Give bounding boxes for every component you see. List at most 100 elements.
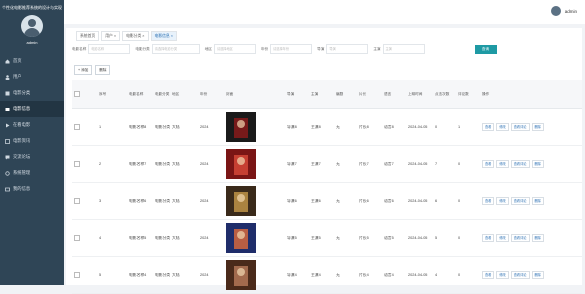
region-select[interactable]: 请选择地区	[213, 44, 256, 54]
cell-name: 电影名称7	[129, 161, 147, 166]
sidebar-item-watching[interactable]: 在看电影	[0, 117, 64, 133]
sidebar-item-users[interactable]: 用户	[0, 69, 64, 85]
cell-no: 1	[99, 125, 102, 129]
edit-button[interactable]: 修改	[496, 160, 509, 168]
table-header: 序号 电影名称 电影分类 地区 年份 封面 导演 主演 编剧 片长 语言 上映时…	[72, 80, 582, 109]
tab-home[interactable]: 系统首页	[76, 31, 100, 41]
avatar[interactable]	[550, 6, 561, 16]
cell-release: 2024-04-05	[408, 162, 428, 166]
view-button[interactable]: 查看	[482, 234, 495, 242]
batch-delete-button[interactable]: 删除	[95, 65, 111, 75]
tab-categories[interactable]: 电影分类 ×	[122, 31, 149, 41]
column-header: 年份	[200, 91, 208, 96]
sidebar-item-forum[interactable]: 交流论坛	[0, 149, 64, 165]
cell-comments: 0	[458, 273, 461, 277]
cell-clicks: 0	[435, 125, 438, 129]
actor-input[interactable]: 主演	[382, 44, 425, 54]
user-menu[interactable]: admin	[550, 6, 577, 16]
view-comments-button[interactable]: 查看评论	[510, 123, 530, 131]
edit-button[interactable]: 修改	[496, 123, 509, 131]
delete-button[interactable]: 删除	[531, 234, 544, 242]
cell-no: 5	[99, 273, 102, 277]
cell-region: 大陆	[172, 198, 180, 203]
cell-category: 电影分类7	[155, 161, 170, 166]
view-button[interactable]: 查看	[482, 160, 495, 168]
category-select[interactable]: 请选择电影分类	[151, 44, 200, 54]
sidebar-item-label: 电影资讯	[13, 138, 31, 143]
edit-button[interactable]: 修改	[496, 197, 509, 205]
add-button[interactable]: + 添加	[74, 65, 93, 75]
edit-button[interactable]: 修改	[496, 234, 509, 242]
avatar[interactable]	[21, 15, 43, 37]
cell-category: 电影分类8	[155, 124, 170, 129]
cell-release: 2024-04-05	[408, 236, 428, 240]
movie-name-input[interactable]: 电影名称	[88, 44, 131, 54]
delete-button[interactable]: 删除	[531, 271, 544, 279]
cell-region: 大陆	[172, 272, 180, 277]
sidebar-item-home[interactable]: 首页	[0, 53, 64, 69]
row-checkbox[interactable]	[74, 160, 80, 167]
view-comments-button[interactable]: 查看评论	[510, 197, 530, 205]
column-header: 评论数	[458, 91, 469, 96]
view-button[interactable]: 查看	[482, 271, 495, 279]
view-button[interactable]: 查看	[482, 123, 495, 131]
cell-language: 语言7	[384, 161, 394, 166]
sidebar-item-system[interactable]: 系统管理	[0, 165, 64, 181]
row-checkbox[interactable]	[74, 271, 80, 278]
delete-button[interactable]: 删除	[531, 160, 544, 168]
delete-button[interactable]: 删除	[531, 123, 544, 131]
edit-button[interactable]: 修改	[496, 271, 509, 279]
table-body: 1电影名称8电影分类8大陆2024导演8主演8无片长8语言82024-04-05…	[72, 109, 582, 294]
column-header: 编剧	[336, 91, 344, 96]
row-checkbox[interactable]	[74, 197, 80, 204]
cell-comments: 0	[458, 162, 461, 166]
cell-release: 2024-04-05	[408, 273, 428, 277]
news-icon	[5, 138, 10, 144]
cell-length: 片长6	[359, 198, 369, 203]
select-all-checkbox[interactable]	[74, 90, 80, 97]
view-comments-button[interactable]: 查看评论	[510, 271, 530, 279]
sidebar-item-label: 交流论坛	[13, 154, 31, 159]
sidebar-item-profile[interactable]: 我的信息	[0, 181, 64, 197]
table-row: 3 电影名称6 电影分类6大陆 2024 导演6 主演6 无 片长6 语言6 2024-04-05…	[72, 183, 582, 220]
tab-users[interactable]: 用户 ×	[101, 31, 121, 41]
sidebar-item-label: 系统管理	[13, 170, 31, 175]
sidebar-item-news[interactable]: 电影资讯	[0, 133, 64, 149]
sidebar-item-label: 电影信息	[13, 106, 31, 111]
app-title: 个性化电影推荐系统的设计与实现	[2, 5, 62, 10]
cell-release: 2024-04-05	[408, 199, 428, 203]
sidebar-item-label: 在看电影	[13, 122, 31, 127]
cell-director: 导演5	[287, 235, 297, 240]
user-icon	[5, 74, 10, 80]
cell-category: 电影分类5	[155, 235, 170, 240]
sidebar-menu: 首页 用户 电影分类 电影信息 在看电影 电影资讯 交流论坛 系统管理 我的信息	[0, 53, 64, 197]
tab-movies[interactable]: 电影信息 ×	[150, 31, 177, 41]
cell-category: 电影分类4	[155, 272, 170, 277]
cell-actor: 主演4	[311, 272, 321, 277]
cell-year: 2024	[200, 199, 209, 203]
column-header: 序号	[99, 91, 107, 96]
sidebar-item-label: 电影分类	[13, 90, 31, 95]
sidebar-item-categories[interactable]: 电影分类	[0, 85, 64, 101]
movie-poster	[226, 111, 256, 142]
search-button[interactable]: 查询	[474, 44, 497, 54]
column-header: 语言	[384, 91, 392, 96]
column-header: 地区	[172, 91, 180, 96]
row-checkbox[interactable]	[74, 234, 80, 241]
delete-button[interactable]: 删除	[531, 197, 544, 205]
view-button[interactable]: 查看	[482, 197, 495, 205]
filter-label-name: 电影名称	[72, 46, 87, 51]
table-row: 5 电影名称4 电影分类4大陆 2024 导演4 主演4 无 片长4 语言4 2024-04-05…	[72, 257, 582, 294]
home-icon	[5, 59, 10, 63]
year-select[interactable]: 请选择年份	[270, 44, 313, 54]
cell-writer: 无	[336, 124, 340, 129]
row-checkbox[interactable]	[74, 123, 80, 130]
sidebar-item-movies[interactable]: 电影信息	[0, 101, 64, 117]
play-icon	[6, 123, 10, 127]
view-comments-button[interactable]: 查看评论	[510, 234, 530, 242]
view-comments-button[interactable]: 查看评论	[510, 160, 530, 168]
director-input[interactable]: 导演	[326, 44, 369, 54]
cell-language: 语言5	[384, 235, 394, 240]
cell-actor: 主演8	[311, 124, 321, 129]
movie-poster	[226, 222, 256, 253]
